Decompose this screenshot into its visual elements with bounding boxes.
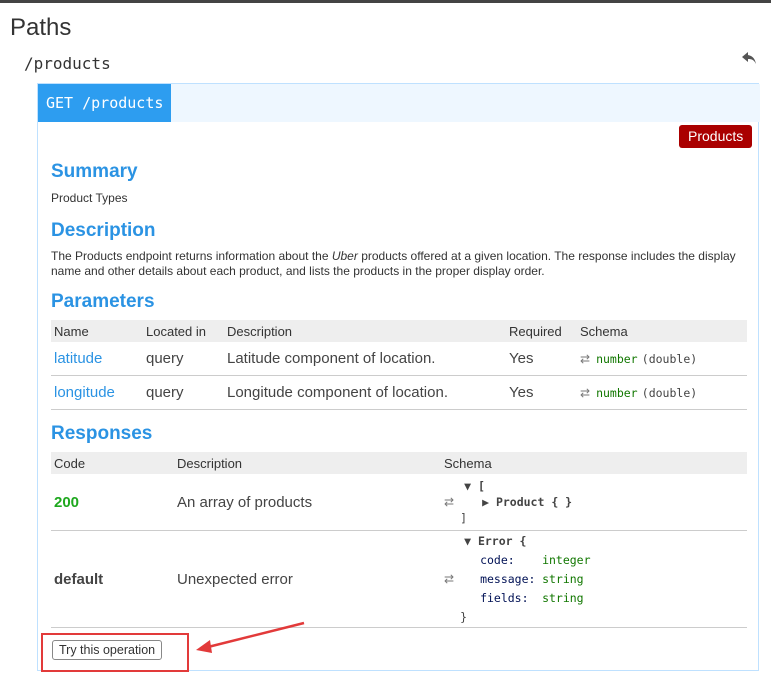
param-location: query xyxy=(143,342,224,376)
reply-arrow-icon[interactable] xyxy=(741,50,757,66)
field-name: message: xyxy=(480,571,536,586)
schema-model-title: Error { xyxy=(477,533,527,548)
summary-heading: Summary xyxy=(51,161,138,182)
description-part-1: The Products endpoint returns informatio… xyxy=(51,249,332,263)
column-header: Schema xyxy=(577,320,747,342)
schema-model-link[interactable]: Product { } xyxy=(496,495,572,509)
schema-array-open: [ xyxy=(477,479,485,493)
param-description: Latitude component of location. xyxy=(224,342,506,376)
annotation-arrow-icon xyxy=(196,621,305,653)
table-row: 200 An array of products ⇄ ▼ [ ▶ Product… xyxy=(51,474,747,531)
parameters-header-row: Name Located in Description Required Sch… xyxy=(51,320,747,342)
param-location: query xyxy=(143,375,224,410)
column-header: Code xyxy=(51,452,174,474)
path-name: /products xyxy=(24,54,111,73)
column-header: Located in xyxy=(143,320,224,342)
schema-field: message: string xyxy=(460,570,590,589)
param-name: latitude xyxy=(51,342,143,376)
schema-line: ▶ Product { } xyxy=(460,494,572,510)
tag-badge[interactable]: Products xyxy=(679,125,753,148)
schema-line: ▼ Error { xyxy=(460,532,590,551)
field-name: fields: xyxy=(480,590,529,605)
operation-method-path[interactable]: GET /products xyxy=(38,84,172,122)
param-format: (double) xyxy=(641,386,698,400)
summary-text: Product Types xyxy=(51,191,128,205)
param-type: number xyxy=(596,386,638,400)
swap-arrows-icon[interactable]: ⇄ xyxy=(580,386,590,400)
swap-arrows-icon[interactable]: ⇄ xyxy=(444,495,454,509)
table-row: latitude query Latitude component of loc… xyxy=(51,342,747,376)
field-name: code: xyxy=(480,552,515,567)
param-required: Yes xyxy=(506,342,577,376)
schema-array-close: ] xyxy=(460,511,467,525)
response-code: 200 xyxy=(51,474,174,531)
param-name: longitude xyxy=(51,375,143,410)
param-required: Yes xyxy=(506,375,577,410)
paths-title: Paths xyxy=(10,14,72,41)
column-header: Description xyxy=(224,320,506,342)
field-type: integer xyxy=(542,552,591,567)
triangle-down-icon[interactable]: ▼ xyxy=(464,479,471,493)
triangle-right-icon[interactable]: ▶ xyxy=(482,495,489,509)
description-heading: Description xyxy=(51,220,156,241)
param-schema: ⇄ number (double) xyxy=(577,375,747,410)
response-code: default xyxy=(51,530,174,628)
field-type: string xyxy=(542,590,584,605)
description-text: The Products endpoint returns informatio… xyxy=(51,249,741,279)
responses-table: Code Description Schema 200 An array of … xyxy=(51,452,747,628)
schema-block: ▼ [ ▶ Product { } ] xyxy=(460,478,572,526)
column-header: Schema xyxy=(441,452,747,474)
column-header: Description xyxy=(174,452,441,474)
description-emphasis: Uber xyxy=(331,249,358,263)
schema-block: ▼ Error { code: integer message: string fi… xyxy=(460,532,590,627)
param-format: (double) xyxy=(641,352,698,366)
param-description: Longitude component of location. xyxy=(224,375,506,410)
schema-field: code: integer xyxy=(460,551,590,570)
operation-panel: GET /products Products Summary Product T… xyxy=(37,83,760,671)
operation-header: GET /products xyxy=(38,84,760,122)
triangle-down-icon[interactable]: ▼ xyxy=(464,534,471,548)
schema-object-close: } xyxy=(460,609,467,624)
response-description: Unexpected error xyxy=(174,530,441,628)
responses-heading: Responses xyxy=(51,423,153,444)
annotation-highlight-box xyxy=(41,633,189,672)
table-row: default Unexpected error ⇄ ▼ Error { cod… xyxy=(51,530,747,628)
response-schema: ⇄ ▼ Error { code: integer message: string … xyxy=(441,530,747,628)
response-schema: ⇄ ▼ [ ▶ Product { } ] xyxy=(441,474,747,531)
column-header: Required xyxy=(506,320,577,342)
param-schema: ⇄ number (double) xyxy=(577,342,747,376)
schema-field: fields: string xyxy=(460,589,590,608)
swap-arrows-icon[interactable]: ⇄ xyxy=(580,352,590,366)
top-bar xyxy=(0,0,771,3)
response-description: An array of products xyxy=(174,474,441,531)
parameters-table: Name Located in Description Required Sch… xyxy=(51,320,747,410)
table-row: longitude query Longitude component of l… xyxy=(51,375,747,410)
swap-arrows-icon[interactable]: ⇄ xyxy=(444,572,454,586)
parameters-heading: Parameters xyxy=(51,291,155,312)
param-type: number xyxy=(596,352,638,366)
responses-header-row: Code Description Schema xyxy=(51,452,747,474)
schema-line: ▼ [ xyxy=(460,478,572,494)
field-type: string xyxy=(542,571,584,586)
column-header: Name xyxy=(51,320,143,342)
